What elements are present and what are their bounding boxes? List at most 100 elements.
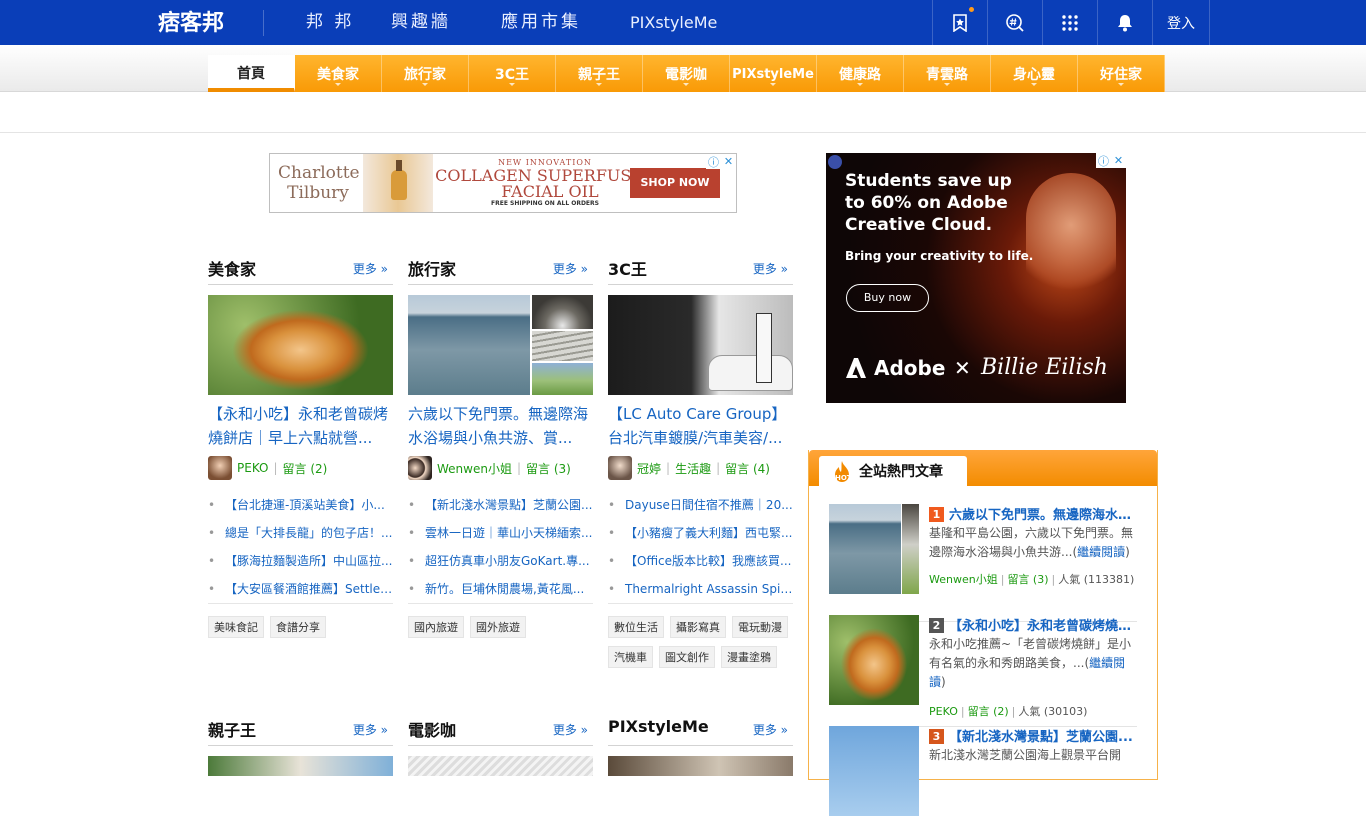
list-item[interactable]: 雲林一日遊｜華山小天梯緬索... — [408, 519, 593, 547]
ad-close-icon[interactable]: ✕ — [721, 154, 736, 169]
post-category[interactable]: 生活趣 — [675, 460, 711, 477]
tab-home-living[interactable]: 好住家 — [1078, 55, 1165, 92]
more-link[interactable]: 更多 » — [553, 721, 588, 738]
tab-parenting[interactable]: 親子王 — [556, 55, 643, 92]
tag[interactable]: 數位生活 — [608, 616, 664, 638]
more-link[interactable]: 更多 » — [553, 260, 588, 277]
tab-home[interactable]: 首頁 — [208, 55, 295, 92]
tab-career[interactable]: 青雲路 — [904, 55, 991, 92]
popularity-count: 人氣 (30103) — [1018, 705, 1088, 718]
list-item[interactable]: 【新北淺水灣景點】芝蘭公園... — [408, 491, 593, 519]
adobe-label: Adobe — [874, 356, 946, 380]
article-title[interactable]: 【新北淺水灣景點】芝蘭公園... — [949, 726, 1137, 745]
tab-pixstyleme[interactable]: PIXstyleMe — [730, 55, 817, 92]
tag-list: 數位生活 攝影寫真 電玩動漫 汽機車 圖文創作 漫畫塗鴉 — [608, 616, 793, 668]
list-item[interactable]: 超狂仿真車小朋友GoKart.專... — [408, 547, 593, 575]
hot-article-item: 2 【永和小吃】永和老曾碳烤燒餅店... 永和小吃推薦~「老曾碳烤燒餅」是小有名… — [829, 615, 1137, 727]
post-meta: 冠婷 | 生活趣 | 留言 (4) — [608, 456, 793, 480]
more-link[interactable]: 更多 » — [753, 260, 788, 277]
login-button[interactable]: 登入 — [1152, 0, 1210, 45]
post-thumbnail[interactable] — [208, 756, 393, 776]
tab-food[interactable]: 美食家 — [295, 55, 382, 92]
site-logo[interactable]: 痞客邦 — [158, 8, 224, 38]
banner-ad[interactable]: Charlotte Tilbury NEW INNOVATION COLLAGE… — [269, 153, 737, 213]
tag[interactable]: 圖文創作 — [659, 646, 715, 668]
topnav-app-market[interactable]: 應用市集 — [501, 0, 581, 45]
tab-movie[interactable]: 電影咖 — [643, 55, 730, 92]
post-thumbnail[interactable] — [408, 295, 593, 395]
author-name[interactable]: PEKO — [929, 705, 958, 718]
list-item[interactable]: 【台北捷運-頂溪站美食】小... — [208, 491, 393, 519]
apps-grid-icon[interactable] — [1042, 0, 1097, 45]
side-ad[interactable]: Students save up to 60% on Adobe Creativ… — [826, 153, 1126, 403]
ad-buy-now-button[interactable]: Buy now — [846, 284, 929, 312]
author-name[interactable]: Wenwen小姐 — [929, 573, 998, 586]
avatar[interactable] — [608, 456, 632, 480]
bell-icon[interactable] — [1097, 0, 1152, 45]
list-item[interactable]: Thermalright Assassin Spirit ... — [608, 575, 793, 603]
tag[interactable]: 漫畫塗鴉 — [721, 646, 777, 668]
post-title[interactable]: 【LC Auto Care Group】台北汽車鍍膜/汽車美容/... — [608, 402, 793, 450]
post-thumbnail[interactable] — [208, 295, 393, 395]
author-name[interactable]: Wenwen小姐 — [437, 460, 512, 477]
tab-mind-body[interactable]: 身心靈 — [991, 55, 1078, 92]
comment-count[interactable]: 留言 (2) — [283, 460, 328, 477]
tag[interactable]: 攝影寫真 — [670, 616, 726, 638]
hot-article-item: 1 六歲以下免門票。無邊際海水浴場與小魚共游、賞... 基隆和平島公園，六歲以下… — [829, 504, 1137, 622]
ad-choice-icon[interactable] — [828, 155, 842, 169]
post-thumbnail[interactable] — [608, 756, 793, 776]
hashtag-search-icon[interactable] — [987, 0, 1042, 45]
more-link[interactable]: 更多 » — [753, 721, 788, 738]
bookmark-star-icon[interactable] — [932, 0, 987, 45]
tag[interactable]: 電玩動漫 — [732, 616, 788, 638]
author-name[interactable]: PEKO — [237, 461, 268, 475]
list-item[interactable]: Dayuse日間住宿不推薦｜20... — [608, 491, 793, 519]
ad-shop-now-button[interactable]: SHOP NOW — [630, 168, 720, 198]
topnav-pixstyleme[interactable]: PIXstyleMe — [630, 0, 717, 45]
tag[interactable]: 汽機車 — [608, 646, 653, 668]
tag[interactable]: 美味食記 — [208, 616, 264, 638]
ad-info-icon[interactable]: ⓘ — [706, 154, 721, 169]
list-item[interactable]: 【大安區餐酒館推薦】Settle ... — [208, 575, 393, 603]
list-item[interactable]: 【豚海拉麵製造所】中山區拉... — [208, 547, 393, 575]
ad-info-icon[interactable]: ⓘ — [1096, 153, 1111, 168]
list-item[interactable]: 【小豬瘦了義大利麵】西屯緊... — [608, 519, 793, 547]
article-thumbnail[interactable] — [829, 504, 919, 594]
tag[interactable]: 食譜分享 — [270, 616, 326, 638]
divider: | — [516, 461, 522, 475]
article-list: 【新北淺水灣景點】芝蘭公園... 雲林一日遊｜華山小天梯緬索... 超狂仿真車小… — [408, 491, 593, 604]
tab-travel[interactable]: 旅行家 — [382, 55, 469, 92]
article-title[interactable]: 六歲以下免門票。無邊際海水浴場與小魚共游、賞... — [949, 504, 1137, 523]
post-title[interactable]: 六歲以下免門票。無邊際海水浴場與小魚共游、賞... — [408, 402, 593, 450]
ad-close-icon[interactable]: ✕ — [1111, 153, 1126, 168]
tag[interactable]: 國內旅遊 — [408, 616, 464, 638]
read-more-link[interactable]: 繼續閱讀 — [1077, 545, 1125, 559]
comment-count[interactable]: 留言 (3) — [1007, 573, 1048, 586]
topnav-bangbang[interactable]: 邦 邦 — [306, 0, 354, 45]
list-item[interactable]: 總是「大排長龍」的包子店！... — [208, 519, 393, 547]
more-link[interactable]: 更多 » — [353, 260, 388, 277]
comment-count[interactable]: 留言 (4) — [725, 460, 770, 477]
list-item[interactable]: 新竹。巨埔休閒農場,黃花風... — [408, 575, 593, 603]
avatar[interactable] — [208, 456, 232, 480]
comment-count[interactable]: 留言 (3) — [526, 460, 571, 477]
list-item[interactable]: 【Office版本比較】我應該買... — [608, 547, 793, 575]
panel-title: HOT 全站熱門文章 — [819, 456, 967, 486]
post-title[interactable]: 【永和小吃】永和老曾碳烤燒餅店｜早上六點就營... — [208, 402, 393, 450]
tag[interactable]: 國外旅遊 — [470, 616, 526, 638]
article-thumbnail[interactable] — [829, 726, 919, 816]
author-name[interactable]: 冠婷 — [637, 460, 661, 477]
tab-3c[interactable]: 3C王 — [469, 55, 556, 92]
ad-artist: Billie Eilish — [981, 355, 1108, 380]
more-link[interactable]: 更多 » — [353, 721, 388, 738]
ad-line-3: FREE SHIPPING ON ALL ORDERS — [491, 200, 599, 207]
avatar[interactable] — [408, 456, 432, 480]
article-thumbnail[interactable] — [829, 615, 919, 705]
topnav-interest-wall[interactable]: 興趣牆 — [391, 0, 451, 45]
comment-count[interactable]: 留言 (2) — [968, 705, 1009, 718]
post-thumbnail[interactable] — [608, 295, 793, 395]
post-meta: PEKO | 留言 (2) — [208, 456, 393, 480]
tab-health[interactable]: 健康路 — [817, 55, 904, 92]
post-thumbnail[interactable] — [408, 756, 593, 776]
article-title[interactable]: 【永和小吃】永和老曾碳烤燒餅店... — [949, 615, 1137, 634]
